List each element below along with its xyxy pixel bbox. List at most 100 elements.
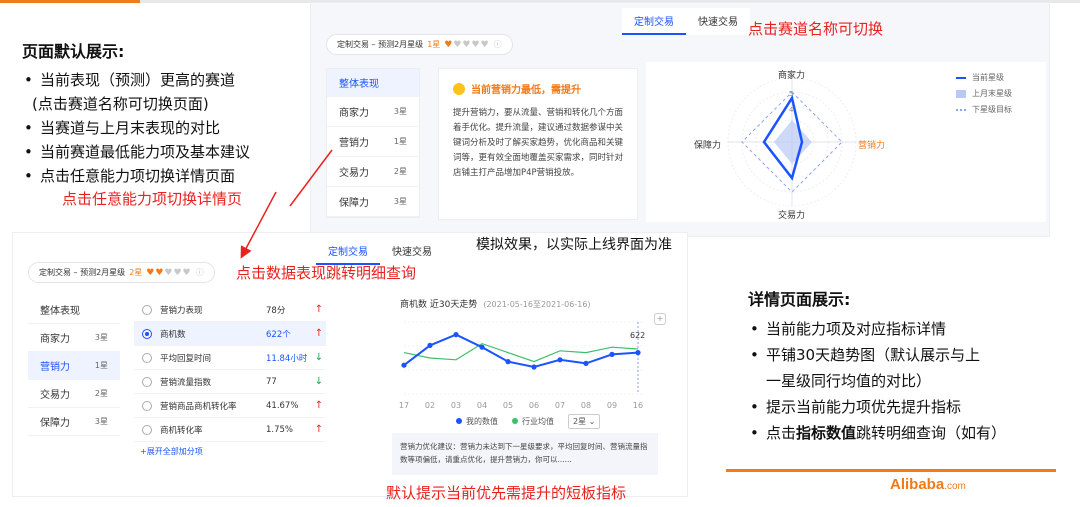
side-item-trade[interactable]: 交易力 2星 (327, 157, 419, 187)
radar-label-marketing: 营销力 (858, 141, 886, 151)
side-item-trade[interactable]: 交易力 2星 (28, 380, 120, 408)
x-tick-label: 08 (581, 401, 591, 410)
mid-red-annotation: 点击数据表现跳转明细查询 (236, 264, 417, 282)
tab-custom-trade[interactable]: 定制交易 (622, 8, 686, 35)
left-note-item: 当前赛道最低能力项及基本建议 (22, 140, 322, 164)
data-point[interactable] (479, 344, 485, 350)
left-notes-title: 页面默认展示: (22, 42, 125, 61)
radar-last-month (774, 120, 812, 164)
x-tick-label: 02 (425, 401, 435, 410)
radar-tick: 5 (789, 90, 793, 98)
info-icon: ⓘ (195, 268, 204, 277)
x-tick-label: 07 (555, 401, 565, 410)
heart-icon: ♥♥♥♥♥ (444, 39, 490, 50)
track-level: 2星 (129, 268, 143, 277)
level-select[interactable]: 2星 ⌄ (568, 414, 601, 429)
radio-button[interactable] (142, 328, 152, 339)
arrow-up-icon: ↑ (314, 424, 324, 435)
x-tick-label: 06 (529, 401, 539, 410)
metric-row[interactable]: 平均回复时间 11.84小时 ↓ (134, 346, 326, 370)
track-pill[interactable]: 定制交易 – 预测2月星级 2星 ♥♥♥♥♥ ⓘ (28, 262, 215, 283)
data-point[interactable] (453, 332, 459, 338)
left-note-item: (点击赛道名称可切换页面) (32, 95, 209, 113)
side-item-overall[interactable]: 整体表现 (327, 69, 419, 97)
x-tick-label: 17 (399, 401, 409, 410)
arrow-down-icon: ↓ (314, 376, 324, 387)
right-note-item: 当前能力项及对应指标详情 (748, 316, 1068, 342)
right-notes: 详情页面展示: 当前能力项及对应指标详情 平铺30天趋势图（默认展示与上 一星级… (748, 286, 1068, 446)
top-accent (0, 0, 140, 3)
data-point[interactable] (557, 357, 563, 363)
left-notes: 页面默认展示: 当前表现（预测）更高的赛道 (点击赛道名称可切换页面) 当赛道与… (22, 38, 322, 209)
radio-button[interactable] (142, 376, 152, 387)
metric-row[interactable]: 营销商品商机转化率 41.67% ↑ (134, 394, 326, 418)
side-item-marketing[interactable]: 营销力 1星 (28, 352, 120, 380)
radar-label-trade: 交易力 (778, 211, 806, 221)
footer-accent (726, 469, 1056, 472)
expand-all-link[interactable]: +展开全部加分项 (140, 446, 203, 457)
data-point[interactable] (583, 360, 589, 366)
legend-mine: 我的数值 (456, 416, 498, 427)
right-note-item: 提示当前能力项优先提升指标 (748, 394, 1068, 420)
top-tabs: 定制交易 快速交易 (622, 8, 750, 35)
side-item-merchant[interactable]: 商家力 3星 (327, 97, 419, 127)
side-item-guarantee[interactable]: 保障力 3星 (327, 187, 419, 217)
radio-button[interactable] (142, 400, 152, 411)
radar-label-guarantee: 保障力 (694, 141, 722, 151)
tab-quick-trade[interactable]: 快速交易 (686, 8, 750, 35)
arrow-up-icon: ↑ (314, 328, 324, 339)
chart-title: 商机数 近30天走势 (2021-05-16至2021-06-16) (400, 300, 591, 310)
lightbulb-icon (453, 82, 465, 95)
data-point[interactable] (401, 362, 407, 368)
chart-legend: 我的数值 行业均值 2星 ⌄ (456, 414, 601, 429)
radar-label-merchant: 商家力 (778, 71, 806, 81)
series-line (403, 333, 639, 369)
simulation-note: 模拟效果，以实际上线界面为准 (476, 237, 672, 253)
radio-button[interactable] (142, 424, 152, 435)
metric-value-link[interactable]: 622个 (266, 328, 312, 340)
radar-card: 5 4 商家力 营销力 交易力 保障力 当前星级 上月末星级 下星级目标 (646, 62, 1046, 222)
metric-row[interactable]: 营销流量指数 77 ↓ (134, 370, 326, 394)
data-point[interactable] (635, 350, 641, 356)
x-tick-label: 09 (607, 401, 617, 410)
tab-custom-trade[interactable]: 定制交易 (316, 238, 380, 265)
right-notes-title: 详情页面展示: (748, 290, 851, 309)
x-tick-label: 16 (633, 401, 643, 410)
radio-button[interactable] (142, 304, 152, 315)
side-item-guarantee[interactable]: 保障力 3星 (28, 408, 120, 436)
x-tick-label: 04 (477, 401, 487, 410)
side-item-merchant[interactable]: 商家力 3星 (28, 324, 120, 352)
data-point[interactable] (505, 359, 511, 365)
arrow-down-icon: ↓ (314, 352, 324, 363)
arrow-up-icon: ↑ (314, 304, 324, 315)
right-note-item: 一星级同行均值的对比） (766, 372, 932, 390)
metric-value-link[interactable]: 11.84小时 (266, 352, 312, 364)
track-name: 定制交易 – 预测2月星级 (337, 40, 424, 49)
left-note-item: 当赛道与上月末表现的对比 (22, 116, 322, 140)
data-point[interactable] (609, 351, 615, 357)
info-icon: ⓘ (493, 40, 502, 49)
advice-box: 当前营销力最低，需提升 提升营销力，要从流量、营销和转化几个方面着手优化。提升流… (438, 68, 638, 220)
annotation-label: 622 (630, 331, 645, 340)
alibaba-logo: Alibaba.com (890, 476, 966, 493)
x-tick-label: 05 (503, 401, 513, 410)
track-level: 1星 (427, 40, 441, 49)
bottom-tabs: 定制交易 快速交易 (316, 238, 444, 265)
legend-industry: 行业均值 (512, 416, 554, 427)
data-point[interactable] (427, 342, 433, 348)
metric-row[interactable]: 营销力表现 78分 ↑ (134, 298, 326, 322)
side-item-overall[interactable]: 整体表现 (28, 296, 120, 324)
tab-quick-trade[interactable]: 快速交易 (380, 238, 444, 265)
bottom-red-annotation: 默认提示当前优先需提升的短板指标 (386, 484, 627, 502)
metric-row[interactable]: 商机数 622个 ↑ (134, 322, 326, 346)
radar-legend: 当前星级 上月末星级 下星级目标 (956, 70, 1012, 118)
radio-button[interactable] (142, 352, 152, 363)
data-point[interactable] (531, 364, 537, 370)
side-item-marketing[interactable]: 营销力 1星 (327, 127, 419, 157)
left-note-item: 点击任意能力项切换详情页面 (22, 164, 322, 188)
metric-row[interactable]: 商机转化率 1.75% ↑ (134, 418, 326, 442)
right-note-item: 平铺30天趋势图（默认展示与上 (748, 342, 1068, 368)
track-name: 定制交易 – 预测2月星级 (39, 268, 126, 277)
track-pill[interactable]: 定制交易 – 预测2月星级 1星 ♥♥♥♥♥ ⓘ (326, 34, 513, 55)
advice-title: 当前营销力最低，需提升 (471, 85, 581, 96)
